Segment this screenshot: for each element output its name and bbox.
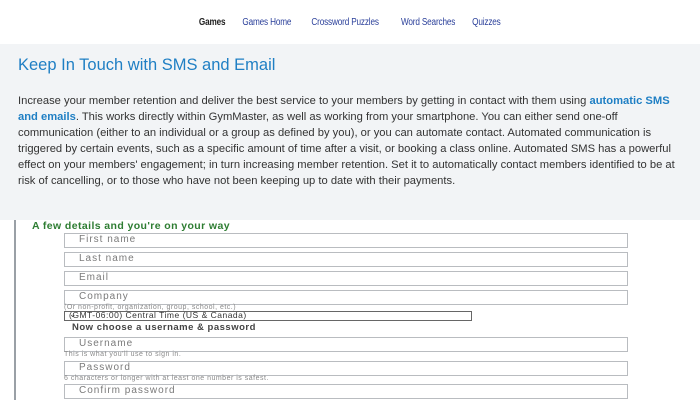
- panel-description: Increase your member retention and deliv…: [18, 93, 690, 189]
- username-hint: This is what you'll use to sign in.: [64, 351, 182, 358]
- credentials-heading: Now choose a username & password: [72, 322, 256, 333]
- nav-word-searches[interactable]: Word Searches: [401, 17, 455, 28]
- timezone-select[interactable]: (GMT-06:00) Central Time (US & Canada) ⌄: [64, 309, 472, 321]
- nav-quizzes[interactable]: Quizzes: [472, 17, 501, 28]
- form-heading: A few details and you're on your way: [32, 220, 230, 232]
- sms-email-panel: Keep In Touch with SMS and Email Increas…: [0, 44, 700, 220]
- password-placeholder: Password: [79, 362, 131, 373]
- nav-games-home[interactable]: Games Home: [242, 17, 291, 28]
- confirm-password-placeholder: Confirm password: [79, 385, 176, 396]
- company-placeholder: Company: [79, 291, 129, 302]
- panel-title: Keep In Touch with SMS and Email: [18, 56, 276, 74]
- password-field[interactable]: Password: [64, 361, 628, 376]
- first-name-placeholder: First name: [79, 234, 137, 245]
- username-placeholder: Username: [79, 338, 134, 349]
- description-text-start: Increase your member retention and deliv…: [18, 95, 590, 107]
- confirm-password-field[interactable]: Confirm password: [64, 384, 628, 399]
- form-divider: [14, 220, 16, 400]
- password-hint: 6 characters or longer with at least one…: [64, 375, 269, 382]
- email-placeholder: Email: [79, 272, 110, 283]
- last-name-placeholder: Last name: [79, 253, 135, 264]
- nav-crossword-puzzles[interactable]: Crossword Puzzles: [312, 17, 380, 28]
- email-field[interactable]: Email: [64, 271, 628, 286]
- nav-games[interactable]: Games: [199, 17, 226, 28]
- chevron-down-icon: ⌄: [69, 309, 78, 319]
- description-text-end: . This works directly within GymMaster, …: [18, 111, 675, 187]
- company-field[interactable]: Company: [64, 290, 628, 305]
- username-field[interactable]: Username: [64, 337, 628, 352]
- top-navigation: Games Games Home Crossword Puzzles Word …: [0, 0, 700, 44]
- first-name-field[interactable]: First name: [64, 233, 628, 248]
- last-name-field[interactable]: Last name: [64, 252, 628, 267]
- signup-form: A few details and you're on your way Fir…: [0, 220, 700, 400]
